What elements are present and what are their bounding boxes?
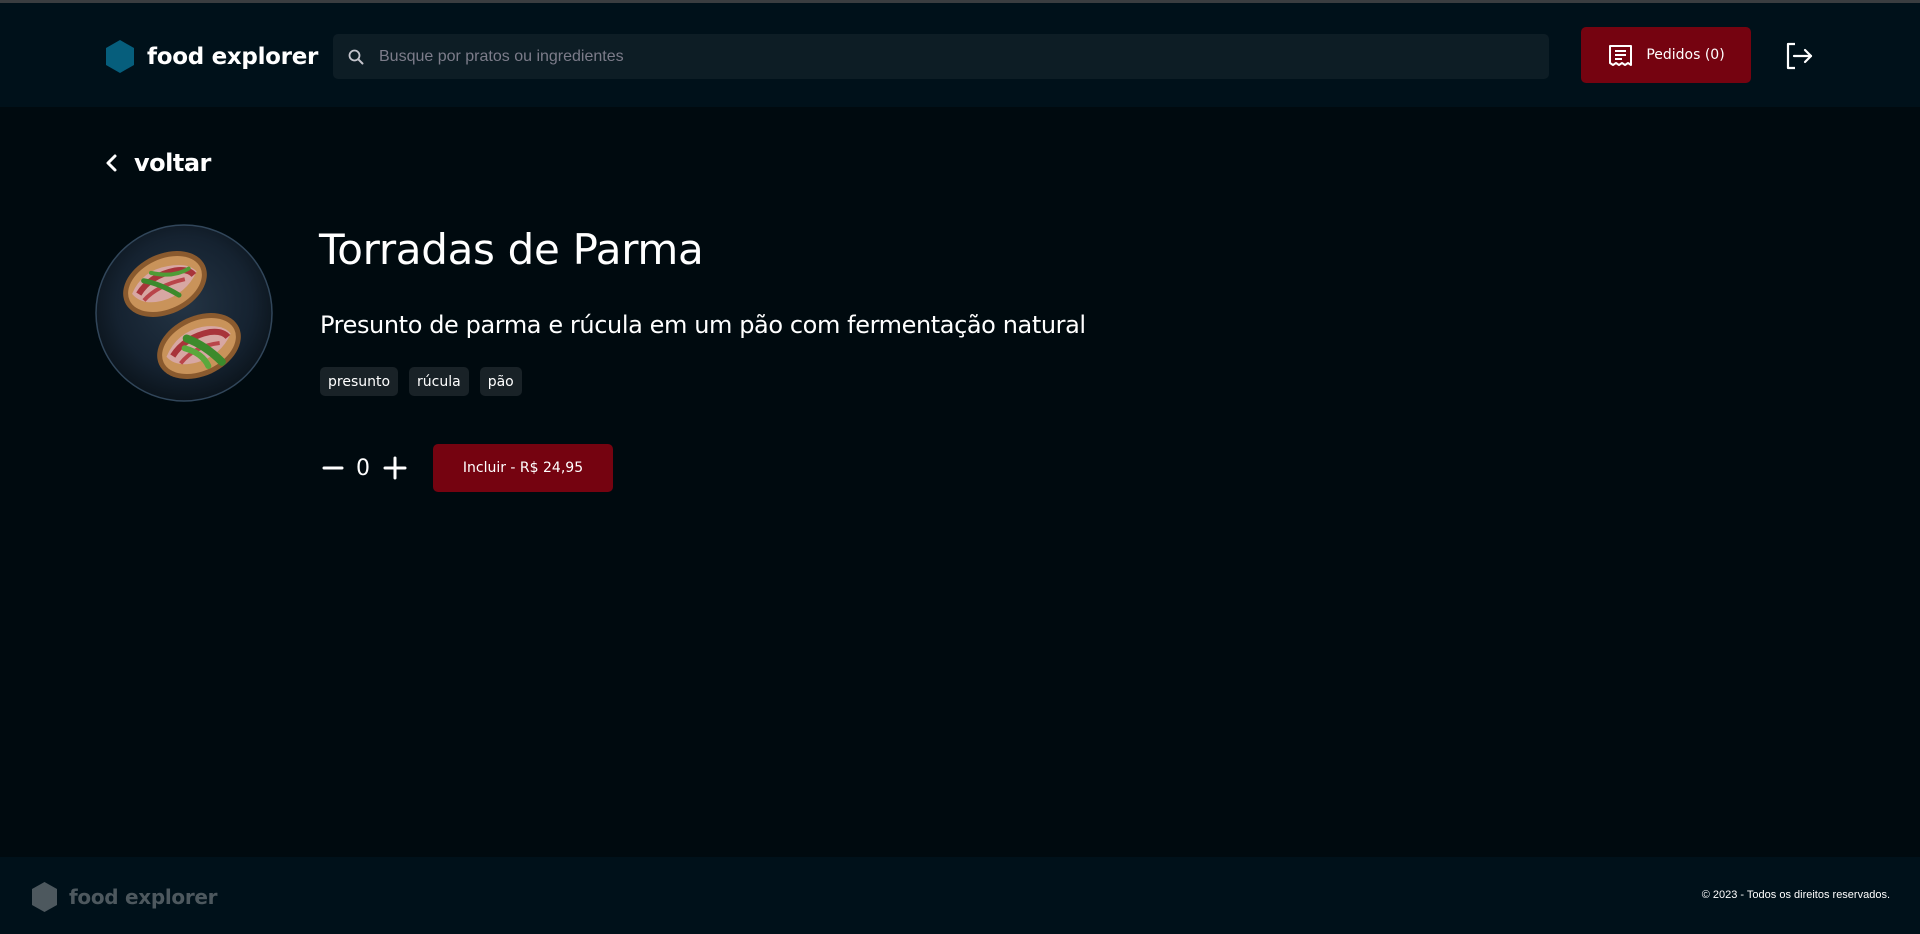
back-label: voltar [134,149,211,177]
orders-button[interactable]: Pedidos (0) [1581,27,1751,83]
quantity-value: 0 [356,455,370,481]
plus-icon [383,456,407,480]
ingredient-tag: presunto [320,367,399,396]
back-button[interactable]: voltar [104,149,211,177]
hexagon-logo-icon [32,882,57,912]
sign-out-icon [1786,42,1813,70]
brand-name: food explorer [147,43,319,70]
hexagon-logo-icon [106,40,134,73]
receipt-icon [1609,44,1633,66]
search-icon [348,49,364,64]
search-input[interactable] [379,47,1529,66]
dish-description: Presunto de parma e rúcula em um pão com… [320,311,1086,339]
quantity-stepper: 0 [322,451,408,485]
footer-brand: food explorer [31,882,218,912]
header: food explorer Pedidos (0) [0,3,1920,107]
search-bar[interactable] [333,34,1549,79]
include-button[interactable]: Incluir - R$ 24,95 [433,444,613,492]
sign-out-button[interactable] [1783,40,1815,72]
ingredient-tags: presunto rúcula pão [320,367,522,396]
decrease-quantity-button[interactable] [322,451,344,485]
orders-label: Pedidos (0) [1646,47,1725,63]
footer-brand-name: food explorer [69,885,218,909]
chevron-left-icon [106,154,117,172]
footer: food explorer © 2023 - Todos os direitos… [0,857,1920,934]
ingredient-tag: rúcula [409,367,469,396]
ingredient-tag: pão [479,367,522,396]
increase-quantity-button[interactable] [382,451,408,485]
dish-image [95,224,273,402]
brand-logo[interactable]: food explorer [105,40,318,73]
minus-icon [322,466,344,470]
copyright-text: © 2023 - Todos os direitos reservados. [1701,889,1890,901]
dish-title: Torradas de Parma [319,225,704,274]
